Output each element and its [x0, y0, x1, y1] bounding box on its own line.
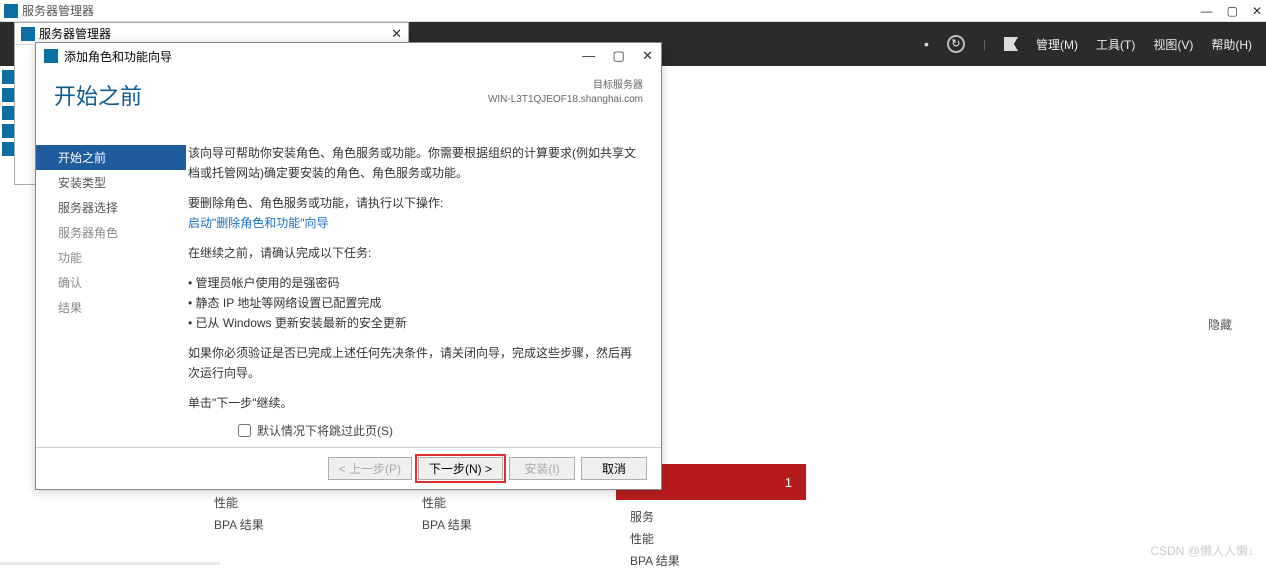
tile-row[interactable]: BPA 结果 [422, 514, 584, 536]
wizard-header: 开始之前 目标服务器 WIN-L3T1QJEOF18.shanghai.com [36, 69, 661, 139]
watermark: CSDN @懒人人懒↓ [1150, 542, 1254, 559]
wizard-max-button[interactable]: ▢ [612, 48, 624, 63]
tile-row[interactable]: 性能 [630, 528, 792, 550]
content-p5: 单击"下一步"继续。 [188, 393, 641, 413]
wizard-icon [44, 49, 58, 63]
menu-view[interactable]: 视图(V) [1153, 36, 1193, 53]
remove-roles-link[interactable]: 启动"删除角色和功能"向导 [188, 216, 329, 230]
menu-manage[interactable]: 管理(M) [1036, 36, 1078, 53]
outer-min-button[interactable]: — [1201, 4, 1213, 18]
prev-button: < 上一步(P) [328, 457, 412, 480]
target-server-value: WIN-L3T1QJEOF18.shanghai.com [488, 93, 643, 107]
wizard-footer: < 上一步(P) 下一步(N) > 安装(I) 取消 [36, 447, 661, 489]
wizard-dialog: 添加角色和功能向导 — ▢ ✕ 开始之前 目标服务器 WIN-L3T1QJEOF… [35, 42, 662, 490]
content-p2: 要删除角色、角色服务或功能，请执行以下操作: [188, 193, 641, 213]
outer-max-button[interactable]: ▢ [1227, 4, 1238, 18]
refresh-icon[interactable] [947, 35, 965, 53]
install-button: 安装(I) [509, 457, 575, 480]
wizard-close-button[interactable]: ✕ [642, 48, 653, 63]
content-p1: 该向导可帮助你安装角色、角色服务或功能。你需要根据组织的计算要求(例如共享文档或… [188, 143, 641, 183]
nav-results: 结果 [36, 295, 186, 320]
app-icon [21, 27, 35, 41]
wizard-title: 添加角色和功能向导 [64, 48, 172, 65]
nav-confirm: 确认 [36, 270, 186, 295]
skip-checkbox[interactable] [238, 424, 251, 437]
menu-tools[interactable]: 工具(T) [1096, 36, 1135, 53]
nav-server-selection[interactable]: 服务器选择 [36, 195, 186, 220]
skip-checkbox-label[interactable]: 默认情况下将跳过此页(S) [238, 422, 393, 439]
content-p3: 在继续之前，请确认完成以下任务: [188, 243, 641, 263]
prereq-item: 管理员帐户使用的是强密码 [188, 273, 641, 293]
prereq-item: 已从 Windows 更新安装最新的安全更新 [188, 313, 641, 333]
wizard-titlebar: 添加角色和功能向导 — ▢ ✕ [36, 43, 661, 69]
tile-row[interactable]: BPA 结果 [214, 514, 376, 536]
flag-icon[interactable] [1004, 37, 1018, 51]
wizard-min-button[interactable]: — [582, 48, 595, 63]
app-icon [4, 4, 18, 18]
prereq-list: 管理员帐户使用的是强密码 静态 IP 地址等网络设置已配置完成 已从 Windo… [188, 273, 641, 333]
next-button[interactable]: 下一步(N) > [418, 457, 503, 480]
nav-server-roles: 服务器角色 [36, 220, 186, 245]
tile-row[interactable]: BPA 结果 [630, 550, 792, 572]
tile-row[interactable]: 性能 [214, 492, 376, 514]
cancel-button[interactable]: 取消 [581, 457, 647, 480]
wizard-content: 该向导可帮助你安装角色、角色服务或功能。你需要根据组织的计算要求(例如共享文档或… [186, 139, 661, 447]
nav-installation-type[interactable]: 安装类型 [36, 170, 186, 195]
target-server-label: 目标服务器 [488, 79, 643, 93]
prereq-item: 静态 IP 地址等网络设置已配置完成 [188, 293, 641, 313]
tile-head-count: 1 [785, 475, 792, 490]
outer-titlebar: 服务器管理器 — ▢ ✕ [0, 0, 1266, 22]
separator: | [983, 37, 986, 51]
tile-row[interactable]: 性能 [422, 492, 584, 514]
hide-link[interactable]: 隐藏 [1208, 316, 1232, 333]
tile-row[interactable]: 服务 [630, 506, 792, 528]
skip-label-text: 默认情况下将跳过此页(S) [257, 422, 393, 439]
menu-help[interactable]: 帮助(H) [1211, 36, 1252, 53]
nav-before-you-begin[interactable]: 开始之前 [36, 145, 186, 170]
parent-close-button[interactable]: ✕ [391, 26, 402, 42]
nav-features: 功能 [36, 245, 186, 270]
wizard-nav: 开始之前 安装类型 服务器选择 服务器角色 功能 确认 结果 [36, 139, 186, 447]
content-p4: 如果你必须验证是否已完成上述任何先决条件，请关闭向导，完成这些步骤，然后再次运行… [188, 343, 641, 383]
bullet-icon: • [924, 36, 929, 52]
outer-close-button[interactable]: ✕ [1252, 4, 1262, 18]
outer-title: 服务器管理器 [22, 2, 94, 19]
parent-window-title: 服务器管理器 [39, 25, 111, 42]
wizard-heading: 开始之前 [54, 79, 142, 111]
